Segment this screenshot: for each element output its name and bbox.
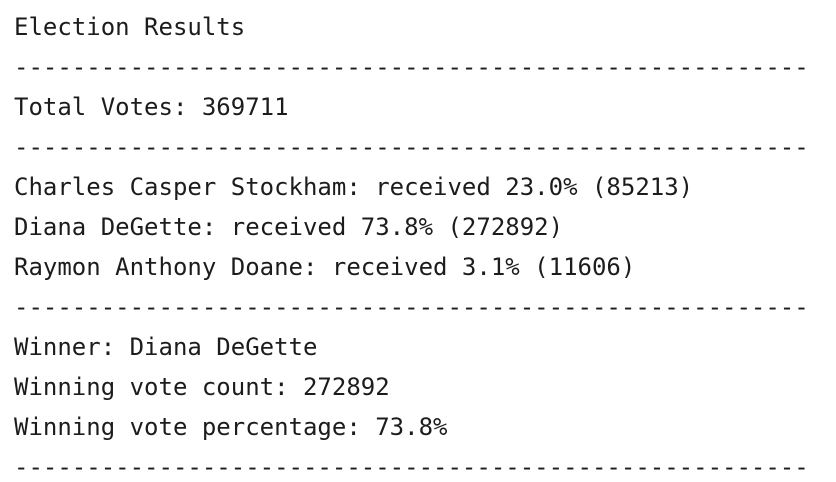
winning-vote-percentage: Winning vote percentage: 73.8%	[14, 413, 448, 441]
separator-line: ----------------------------------------…	[14, 453, 809, 481]
winner-name: Winner: Diana DeGette	[14, 333, 318, 361]
candidate-result: Charles Casper Stockham: received 23.0% …	[14, 173, 694, 201]
winning-vote-count: Winning vote count: 272892	[14, 373, 390, 401]
separator-line: ----------------------------------------…	[14, 53, 809, 81]
total-votes: Total Votes: 369711	[14, 93, 289, 121]
candidate-result: Diana DeGette: received 73.8% (272892)	[14, 213, 564, 241]
separator-line: ----------------------------------------…	[14, 133, 809, 161]
candidate-result: Raymon Anthony Doane: received 3.1% (116…	[14, 253, 636, 281]
election-results-output: Election Results -----------------------…	[0, 0, 836, 481]
report-title: Election Results	[14, 13, 246, 41]
separator-line: ----------------------------------------…	[14, 293, 809, 321]
